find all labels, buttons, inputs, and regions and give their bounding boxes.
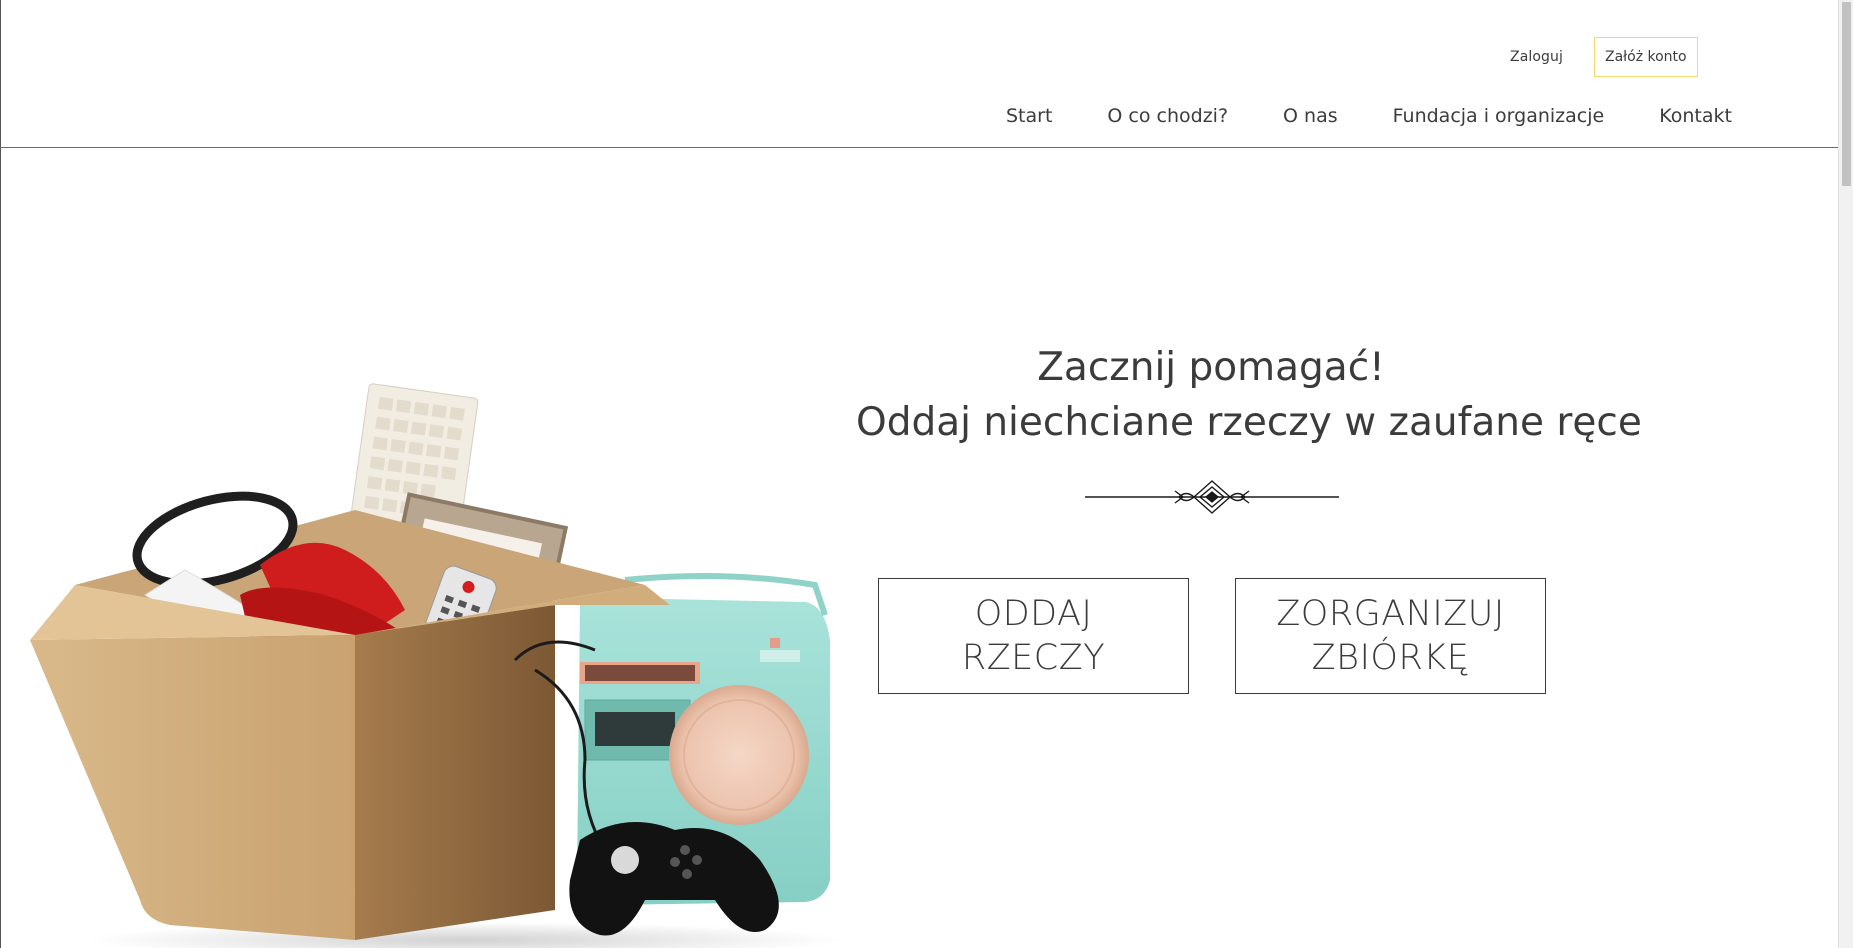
give-items-button[interactable]: ODDAJ RZECZY [878, 578, 1189, 694]
hero-title-line-1: Zacznij pomagać! [1037, 345, 1385, 390]
main-nav: Start O co chodzi? O nas Fundacja i orga… [1000, 101, 1738, 131]
organize-collection-button[interactable]: ZORGANIZUJ ZBIÓRKĘ [1235, 578, 1546, 694]
give-items-line-2: RZECZY [961, 638, 1106, 678]
auth-links: Zaloguj Załóż konto [1510, 37, 1698, 77]
login-link[interactable]: Zaloguj [1510, 49, 1563, 65]
vertical-scrollbar[interactable] [1838, 0, 1853, 948]
site-header: Zaloguj Załóż konto Start O co chodzi? O… [0, 0, 1838, 148]
hero-title-line-2: Oddaj niechciane rzeczy w zaufane ręce [856, 400, 1642, 445]
ornament-divider-icon [1085, 480, 1339, 514]
organize-collection-line-2: ZBIÓRKĘ [1311, 638, 1470, 678]
hero-heading: Zacznij pomagać! Oddaj niechciane rzeczy… [856, 340, 1642, 450]
give-items-line-1: ODDAJ [974, 594, 1093, 634]
nav-item-about-idea[interactable]: O co chodzi? [1101, 101, 1234, 131]
nav-item-about-us[interactable]: O nas [1277, 101, 1344, 131]
nav-item-foundations[interactable]: Fundacja i organizacje [1387, 101, 1611, 131]
register-button[interactable]: Załóż konto [1593, 37, 1698, 77]
nav-item-start[interactable]: Start [1000, 101, 1058, 131]
scrollbar-thumb[interactable] [1842, 2, 1851, 186]
donation-box-image [30, 383, 840, 948]
nav-item-contact[interactable]: Kontakt [1653, 101, 1738, 131]
organize-collection-line-1: ZORGANIZUJ [1276, 594, 1505, 634]
page: Zaloguj Załóż konto Start O co chodzi? O… [0, 0, 1853, 948]
